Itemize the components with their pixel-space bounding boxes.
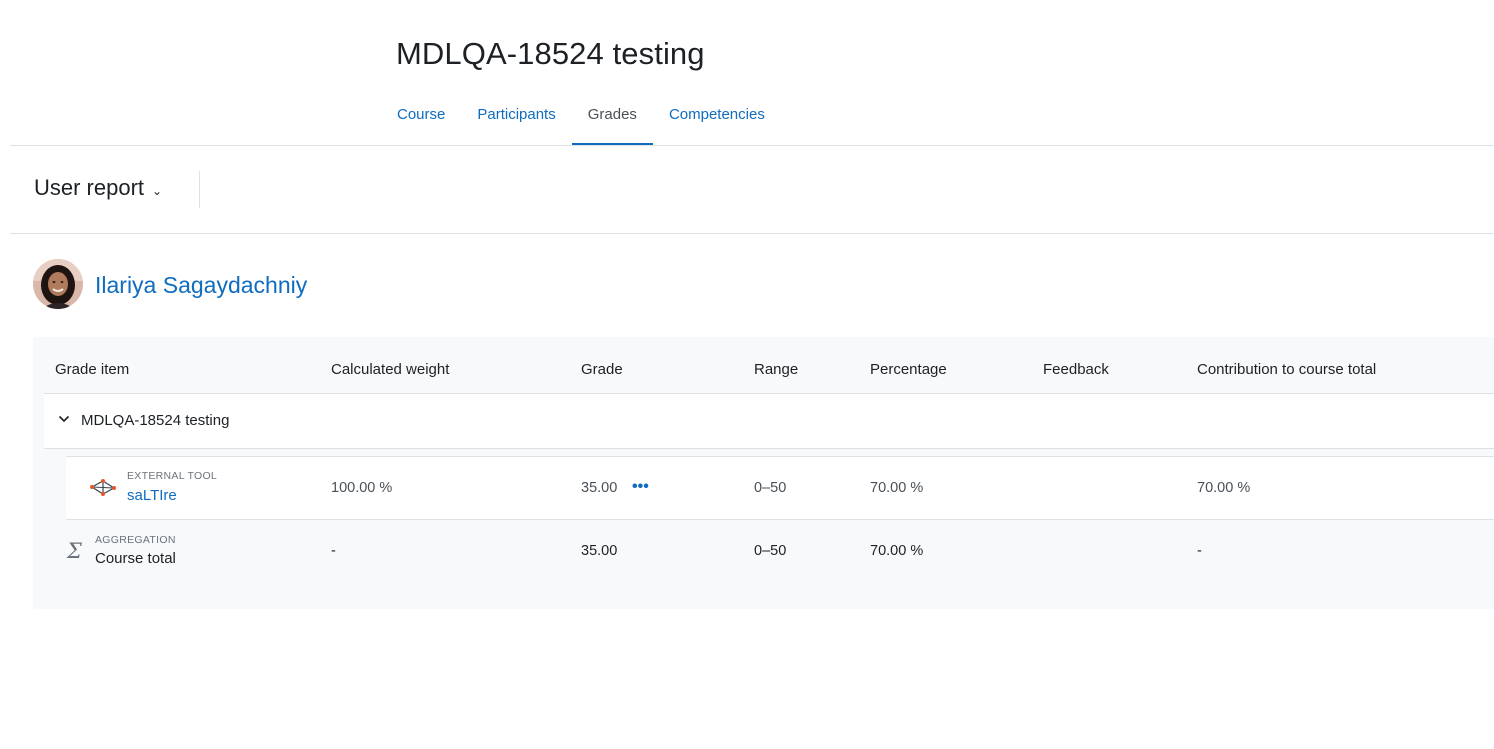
external-tool-icon — [89, 476, 117, 498]
item-weight: 100.00 % — [331, 480, 393, 496]
category-name: MDLQA-18524 testing — [81, 412, 230, 429]
total-weight: - — [331, 543, 336, 559]
secondary-navigation: Course Participants Grades Competencies — [381, 96, 781, 146]
header-percentage: Percentage — [870, 361, 947, 378]
total-percentage: 70.00 % — [870, 543, 924, 559]
tab-grades[interactable]: Grades — [571, 96, 653, 146]
course-total-label: Course total — [95, 550, 176, 567]
header-grade: Grade — [581, 361, 623, 378]
header-grade-item: Grade item — [55, 361, 130, 378]
sigma-icon: Σ — [67, 539, 82, 563]
page-title: MDLQA-18524 testing — [396, 36, 705, 71]
header-contribution: Contribution to course total — [1197, 361, 1377, 378]
chevron-down-icon[interactable] — [58, 412, 70, 428]
item-contribution: 70.00 % — [1197, 480, 1251, 496]
grade-item-link[interactable]: saLTIre — [127, 487, 177, 504]
category-row — [44, 394, 1494, 449]
item-type-label: EXTERNAL TOOL — [127, 470, 218, 482]
header-range: Range — [754, 361, 799, 378]
total-grade: 35.00 — [581, 543, 618, 559]
header-calculated-weight: Calculated weight — [331, 361, 450, 378]
tab-competencies[interactable]: Competencies — [653, 96, 781, 146]
tab-participants[interactable]: Participants — [461, 96, 571, 146]
header-feedback: Feedback — [1043, 361, 1109, 378]
item-range: 0–50 — [754, 480, 787, 496]
total-range: 0–50 — [754, 543, 787, 559]
user-name-link[interactable]: Ilariya Sagaydachniy — [95, 272, 307, 299]
tab-course[interactable]: Course — [381, 96, 461, 146]
more-actions-icon[interactable]: ••• — [632, 478, 649, 496]
selector-bar-divider — [10, 233, 1494, 234]
tabs-divider — [10, 145, 1494, 146]
selector-divider — [199, 171, 200, 208]
item-percentage: 70.00 % — [870, 480, 924, 496]
report-selector-label: User report — [34, 175, 145, 200]
avatar[interactable] — [33, 259, 83, 309]
report-selector-dropdown[interactable]: User report ⌄ — [34, 175, 162, 201]
aggregation-label: AGGREGATION — [95, 534, 176, 546]
chevron-down-icon: ⌄ — [152, 184, 163, 198]
total-contribution: - — [1197, 543, 1202, 559]
item-grade: 35.00 — [581, 480, 618, 496]
